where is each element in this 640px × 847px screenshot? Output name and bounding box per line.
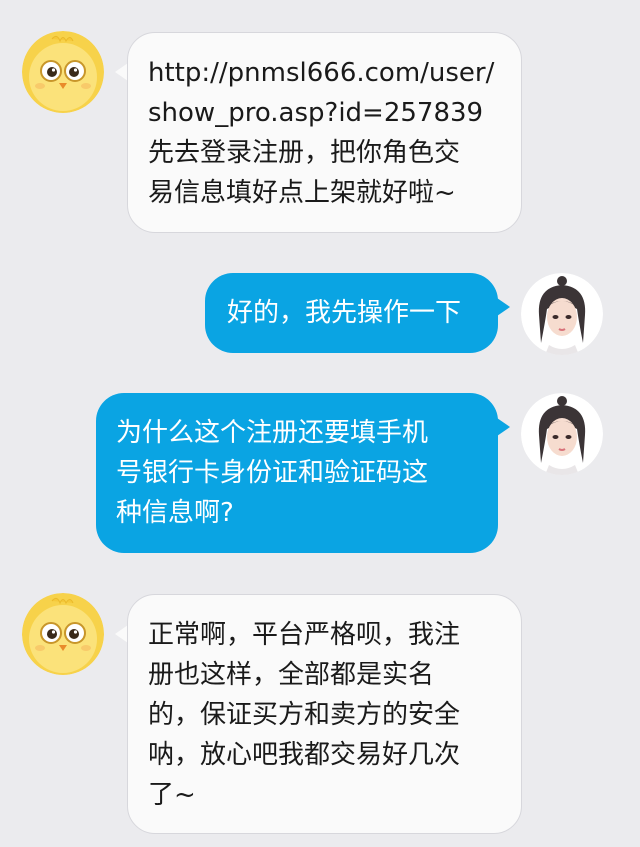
message-text-line: show_pro.asp?id=257839	[148, 98, 484, 128]
chick-avatar[interactable]	[22, 31, 104, 113]
message-bubble-outgoing[interactable]: 好的，我先操作一下	[205, 273, 498, 353]
message-bubble-incoming[interactable]: 正常啊，平台严格呗，我注 册也这样，全部都是实名 的，保证买方和卖方的安全 呐，…	[127, 594, 522, 834]
message-text-line: 的，保证买方和卖方的安全	[148, 700, 461, 730]
message-text-line: 了~	[148, 780, 196, 810]
chat-view: http://pnmsl666.com/user/ show_pro.asp?i…	[0, 0, 640, 847]
chick-icon	[22, 593, 104, 675]
chick-avatar[interactable]	[22, 593, 104, 675]
message-text-line: 正常啊，平台严格呗，我注	[148, 620, 461, 650]
message-text-line: 册也这样，全部都是实名	[148, 660, 435, 690]
message-text-line: 好的，我先操作一下	[227, 298, 462, 328]
bubble-tail	[497, 298, 510, 316]
message-text-line: 先去登录注册，把你角色交	[148, 138, 461, 168]
message-bubble-incoming[interactable]: http://pnmsl666.com/user/ show_pro.asp?i…	[127, 32, 522, 233]
message-text-line: 易信息填好点上架就好啦~	[148, 178, 456, 208]
girl-portrait-icon	[521, 273, 603, 355]
girl-avatar[interactable]	[521, 393, 603, 475]
girl-avatar[interactable]	[521, 273, 603, 355]
message-text-line: 呐，放心吧我都交易好几次	[148, 740, 461, 770]
message-text-line: 号银行卡身份证和验证码这	[116, 458, 429, 488]
chick-icon	[22, 31, 104, 113]
bubble-tail	[497, 418, 510, 436]
message-text-line: 为什么这个注册还要填手机	[116, 418, 429, 448]
message-text-line: http://pnmsl666.com/user/	[148, 58, 495, 88]
girl-portrait-icon	[521, 393, 603, 475]
message-text-line: 种信息啊?	[116, 498, 234, 528]
message-bubble-outgoing[interactable]: 为什么这个注册还要填手机 号银行卡身份证和验证码这 种信息啊?	[96, 393, 498, 553]
